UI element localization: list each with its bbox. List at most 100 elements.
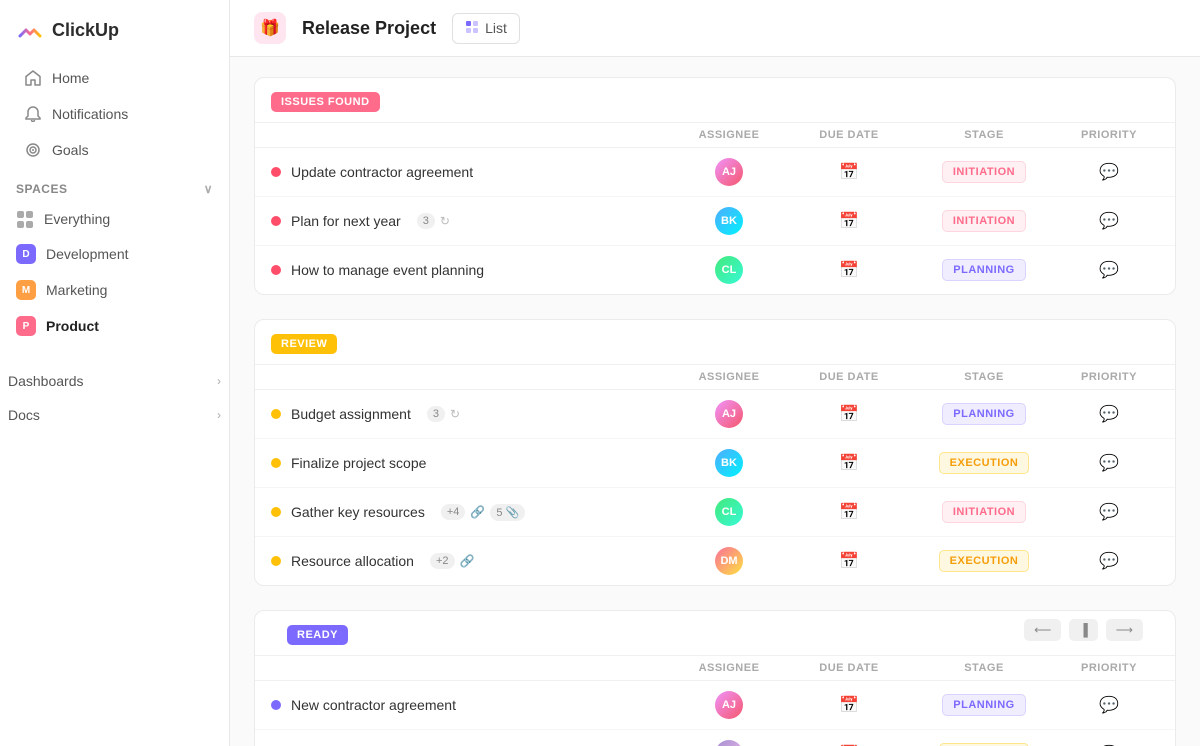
- toolbar-btn-2[interactable]: ▐: [1069, 619, 1098, 641]
- stage-cell: EXECUTION: [909, 550, 1059, 572]
- spaces-section-header: Spaces ∨: [0, 168, 229, 202]
- sidebar-item-product[interactable]: P Product: [8, 308, 221, 344]
- assignee-cell: AJ: [669, 400, 789, 428]
- sidebar-item-marketing[interactable]: M Marketing: [8, 272, 221, 308]
- avatar: AJ: [715, 691, 743, 719]
- review-section: REVIEW ASSIGNEE DUE DATE STAGE PRIORITY …: [254, 319, 1176, 586]
- task-row[interactable]: Update contractor agreement AJ 📅 INITIAT…: [255, 148, 1175, 197]
- due-cell: 📅: [789, 502, 909, 522]
- stage-cell: INITIATION: [909, 161, 1059, 183]
- task-row[interactable]: New contractor agreement AJ 📅 PLANNING 💬: [255, 681, 1175, 730]
- review-badge: REVIEW: [271, 334, 337, 354]
- stage-col-header: STAGE: [909, 371, 1059, 383]
- assignee-col-header: ASSIGNEE: [669, 371, 789, 383]
- priority-col-header: PRIORITY: [1059, 662, 1159, 674]
- list-view-button[interactable]: List: [452, 13, 520, 44]
- task-row[interactable]: Gather key resources +4 🔗 5 📎 CL 📅 INITI…: [255, 488, 1175, 537]
- link-icon: 🔗: [470, 505, 485, 519]
- ready-badge: READY: [287, 625, 348, 645]
- task-bullet: [271, 409, 281, 419]
- issues-table-header: ASSIGNEE DUE DATE STAGE PRIORITY: [255, 122, 1175, 148]
- priority-cell: 💬: [1059, 695, 1159, 715]
- development-space-icon: D: [16, 244, 36, 264]
- task-row[interactable]: Budget assignment 3 ↻ AJ 📅 PLANNING 💬: [255, 390, 1175, 439]
- toolbar-btn-3[interactable]: ⟶: [1106, 619, 1143, 641]
- task-row[interactable]: Refresh company website 5 📎 EN 📅 EXECUTI…: [255, 730, 1175, 746]
- sidebar-item-development[interactable]: D Development: [8, 236, 221, 272]
- main-content: 🎁 Release Project List ISSUES FOUND ASSI…: [230, 0, 1200, 746]
- due-cell: 📅: [789, 162, 909, 182]
- meta-count: 3: [417, 213, 435, 229]
- stage-cell: PLANNING: [909, 403, 1059, 425]
- sidebar-home-label: Home: [52, 70, 89, 86]
- link-icon: 🔗: [460, 554, 475, 568]
- everything-icon: [16, 210, 34, 228]
- assignee-cell: CL: [669, 498, 789, 526]
- task-row[interactable]: How to manage event planning CL 📅 PLANNI…: [255, 246, 1175, 294]
- task-bullet: [271, 556, 281, 566]
- priority-icon: 💬: [1099, 162, 1119, 182]
- development-label: Development: [46, 246, 129, 262]
- duedate-col-header: DUE DATE: [789, 129, 909, 141]
- task-row[interactable]: Plan for next year 3 ↻ BK 📅 INITIATION 💬: [255, 197, 1175, 246]
- stage-badge: EXECUTION: [939, 550, 1030, 572]
- sidebar-item-goals[interactable]: Goals: [8, 132, 221, 168]
- sidebar-item-home[interactable]: Home: [8, 60, 221, 96]
- due-cell: 📅: [789, 404, 909, 424]
- product-label: Product: [46, 318, 99, 334]
- stage-badge: PLANNING: [942, 259, 1025, 281]
- due-cell: 📅: [789, 551, 909, 571]
- due-cell: 📅: [789, 211, 909, 231]
- assignee-cell: AJ: [669, 691, 789, 719]
- assignee-col-header: ASSIGNEE: [669, 129, 789, 141]
- sidebar-item-docs[interactable]: Docs ›: [0, 398, 229, 432]
- task-name: Gather key resources +4 🔗 5 📎: [271, 504, 669, 521]
- task-bullet: [271, 700, 281, 710]
- priority-icon: 💬: [1099, 211, 1119, 231]
- calendar-icon: 📅: [839, 502, 859, 522]
- list-view-label: List: [485, 20, 507, 36]
- assignee-cell: EN: [669, 740, 789, 746]
- stage-badge: PLANNING: [942, 694, 1025, 716]
- task-name: How to manage event planning: [271, 262, 669, 278]
- stage-badge: INITIATION: [942, 210, 1026, 232]
- task-label: How to manage event planning: [291, 262, 484, 278]
- task-col-header: [271, 662, 669, 674]
- spaces-chevron-icon[interactable]: ∨: [204, 182, 213, 196]
- sidebar-goals-label: Goals: [52, 142, 89, 158]
- calendar-icon: 📅: [839, 551, 859, 571]
- task-name: Resource allocation +2 🔗: [271, 553, 669, 569]
- priority-cell: 💬: [1059, 260, 1159, 280]
- calendar-icon: 📅: [839, 211, 859, 231]
- stage-cell: PLANNING: [909, 694, 1059, 716]
- task-row[interactable]: Resource allocation +2 🔗 DM 📅 EXECUTION …: [255, 537, 1175, 585]
- logo-text: ClickUp: [52, 20, 119, 41]
- sidebar-item-everything[interactable]: Everything: [8, 202, 221, 236]
- task-label: Update contractor agreement: [291, 164, 473, 180]
- task-bullet: [271, 507, 281, 517]
- priority-col-header: PRIORITY: [1059, 371, 1159, 383]
- priority-cell: 💬: [1059, 162, 1159, 182]
- product-space-icon: P: [16, 316, 36, 336]
- ready-table-header: ASSIGNEE DUE DATE STAGE PRIORITY: [255, 655, 1175, 681]
- task-label: Plan for next year: [291, 213, 401, 229]
- sidebar-item-notifications[interactable]: Notifications: [8, 96, 221, 132]
- review-table-header: ASSIGNEE DUE DATE STAGE PRIORITY: [255, 364, 1175, 390]
- task-meta: 3 ↻: [427, 406, 460, 422]
- meta-attach: 5 📎: [490, 504, 525, 521]
- avatar: DM: [715, 547, 743, 575]
- task-row[interactable]: Finalize project scope BK 📅 EXECUTION 💬: [255, 439, 1175, 488]
- priority-cell: 💬: [1059, 404, 1159, 424]
- task-name: New contractor agreement: [271, 697, 669, 713]
- toolbar-btn-1[interactable]: ⟵: [1024, 619, 1061, 641]
- goals-icon: [24, 141, 42, 159]
- avatar: BK: [715, 207, 743, 235]
- everything-label: Everything: [44, 211, 110, 227]
- due-cell: 📅: [789, 260, 909, 280]
- assignee-cell: AJ: [669, 158, 789, 186]
- stage-cell: EXECUTION: [909, 452, 1059, 474]
- docs-label: Docs: [8, 407, 40, 423]
- task-bullet: [271, 265, 281, 275]
- home-icon: [24, 69, 42, 87]
- sidebar-item-dashboards[interactable]: Dashboards ›: [0, 364, 229, 398]
